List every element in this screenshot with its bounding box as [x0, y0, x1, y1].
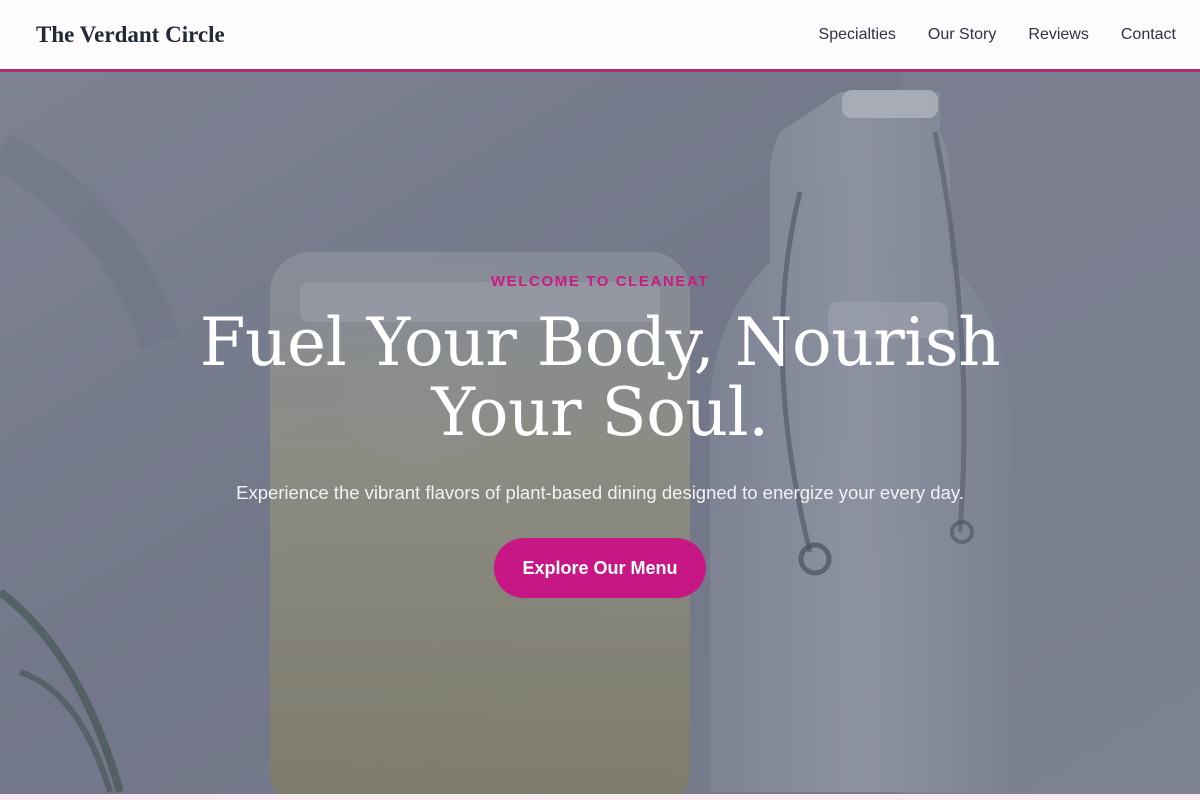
hero-headline: Fuel Your Body, Nourish Your Soul. [199, 304, 1001, 451]
hero-subtext: Experience the vibrant flavors of plant-… [236, 482, 964, 503]
nav-link-reviews[interactable]: Reviews [1028, 26, 1088, 44]
nav-link-our-story[interactable]: Our Story [928, 26, 996, 44]
nav-link-contact[interactable]: Contact [1121, 26, 1176, 44]
next-section-edge [0, 794, 1200, 800]
hero-content: WELCOME TO CLEANEAT Fuel Your Body, Nour… [0, 72, 1200, 794]
brand-logo[interactable]: The Verdant Circle [36, 22, 225, 48]
site-header: The Verdant Circle Specialties Our Story… [0, 0, 1200, 72]
nav-link-specialties[interactable]: Specialties [819, 26, 896, 44]
hero-section: WELCOME TO CLEANEAT Fuel Your Body, Nour… [0, 72, 1200, 794]
hero-eyebrow: WELCOME TO CLEANEAT [490, 273, 710, 290]
main-nav: Specialties Our Story Reviews Contact [819, 26, 1176, 44]
explore-menu-button[interactable]: Explore Our Menu [494, 538, 706, 598]
